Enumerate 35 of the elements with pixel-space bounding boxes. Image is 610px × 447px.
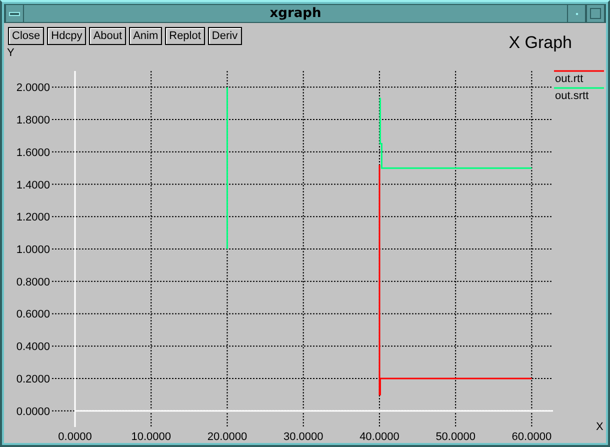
x-tick-label: 20.0000 xyxy=(207,431,248,442)
y-tick-label: 0.8000 xyxy=(16,276,50,288)
x-tick-label: 60.0000 xyxy=(512,431,552,442)
y-tick-label: 1.2000 xyxy=(16,212,50,224)
graph-title: X Graph xyxy=(508,33,572,53)
toolbar-button[interactable]: Deriv xyxy=(208,27,242,45)
y-axis-label: Y xyxy=(7,47,14,59)
y-tick-label: 0.0000 xyxy=(16,406,50,418)
x-tick-label: 0.0000 xyxy=(58,431,92,442)
toolbar-button[interactable]: Close xyxy=(8,27,44,45)
x-axis-label: X xyxy=(596,421,604,433)
window-title: xgraph xyxy=(268,5,322,22)
legend-label: out.rtt xyxy=(555,73,584,85)
legend-line xyxy=(554,70,604,72)
x-tick-label: 10.0000 xyxy=(131,431,171,442)
y-tick-label: 0.6000 xyxy=(16,308,50,321)
maximize-button[interactable] xyxy=(586,5,605,22)
y-tick-label: 1.4000 xyxy=(16,179,50,192)
x-tick-label: 30.0000 xyxy=(283,431,324,442)
toolbar-button[interactable]: Anim xyxy=(129,27,162,45)
y-tick-label: 1.0000 xyxy=(16,244,50,256)
minimize-button[interactable] xyxy=(567,5,586,22)
toolbar-button[interactable]: Replot xyxy=(165,27,205,45)
x-tick-label: 40.0000 xyxy=(360,431,400,442)
y-tick-label: 1.8000 xyxy=(16,114,50,127)
x-tick-label: 50.0000 xyxy=(436,431,476,442)
y-tick-label: 1.6000 xyxy=(16,146,50,159)
toolbar-button[interactable]: Hdcpy xyxy=(47,27,86,45)
legend-label: out.srtt xyxy=(555,90,589,102)
toolbar-button[interactable]: About xyxy=(89,27,126,45)
y-tick-label: 0.2000 xyxy=(16,373,50,386)
y-tick-label: 0.4000 xyxy=(16,341,50,354)
legend-line xyxy=(554,87,604,89)
y-tick-label: 2.0000 xyxy=(16,82,50,94)
window-menu-button[interactable] xyxy=(5,5,24,22)
